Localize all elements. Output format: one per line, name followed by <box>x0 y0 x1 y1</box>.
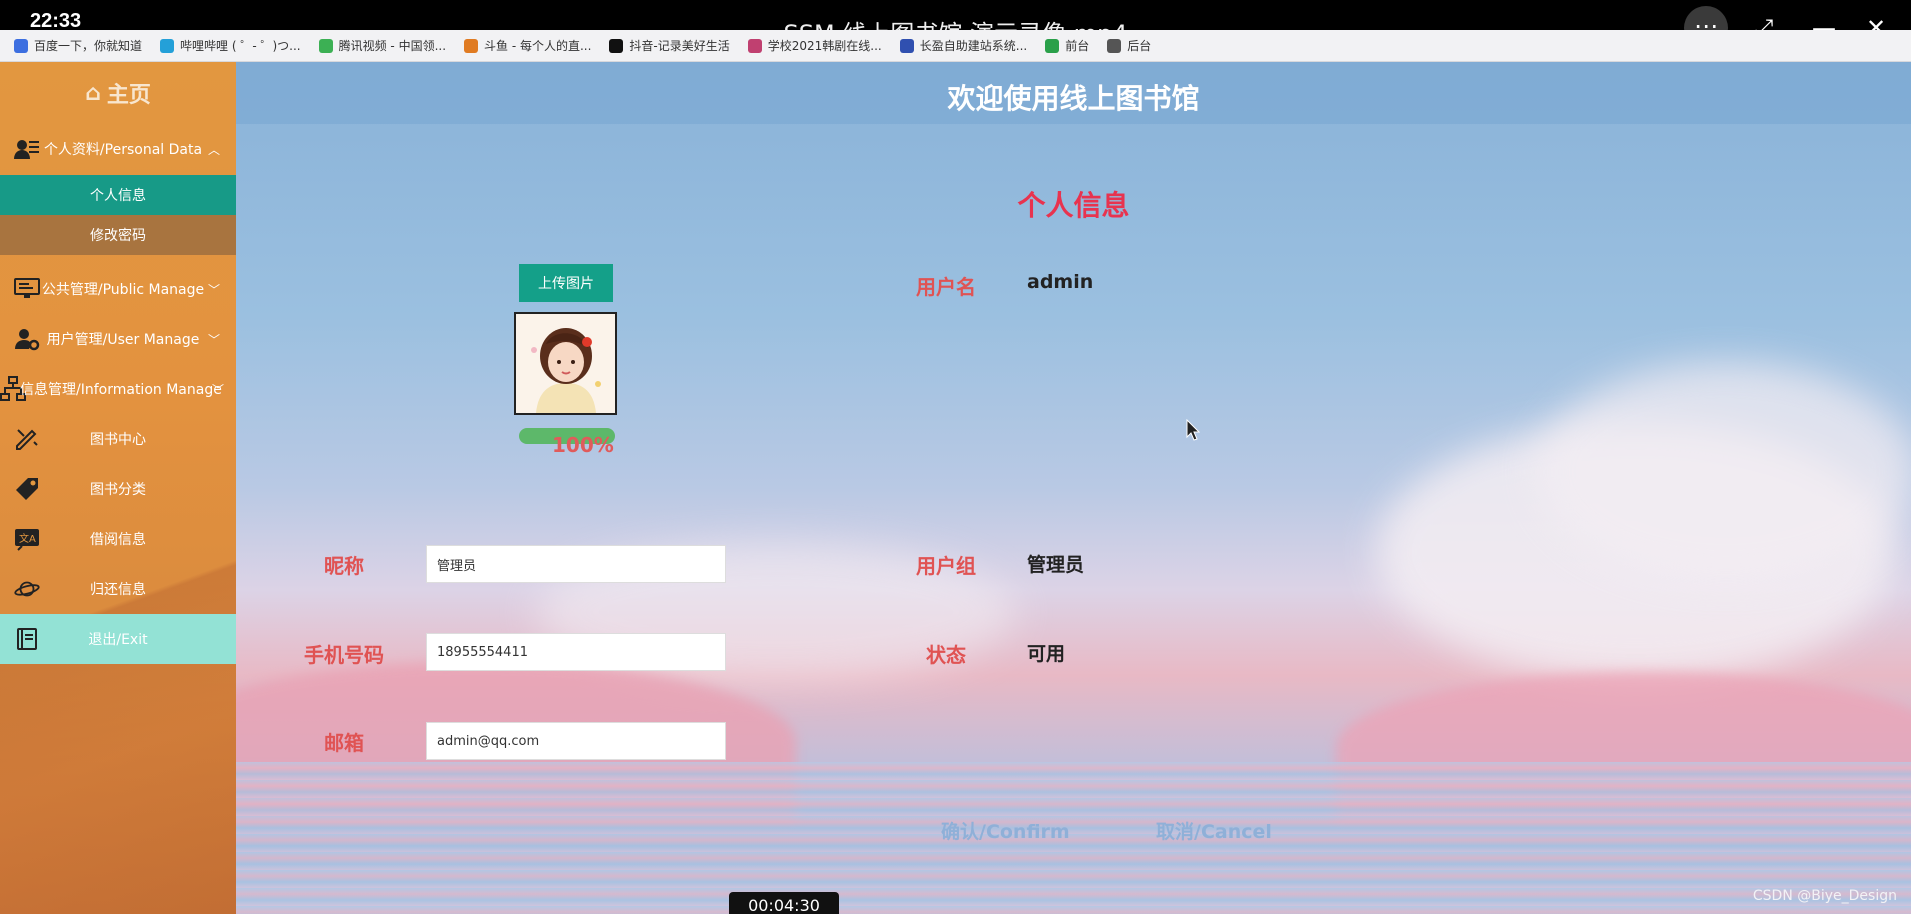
home-icon: ⌂ <box>85 80 101 106</box>
bookmark-favicon-icon <box>160 38 175 53</box>
menu-book-center[interactable]: 图书中心 <box>0 414 236 464</box>
app: ⌂ 主页 个人资料/Personal Data ︿ 个人信息 修改密码 公共管理… <box>0 62 1911 914</box>
background-cloud <box>1536 362 1911 582</box>
header-title: 欢迎使用线上图书馆 <box>947 82 1200 115</box>
submenu-personal-info-label: 个人信息 <box>90 188 146 204</box>
sidebar: ⌂ 主页 个人资料/Personal Data ︿ 个人信息 修改密码 公共管理… <box>0 62 236 914</box>
user-gear-icon <box>14 326 40 352</box>
menu-return-info-label: 归还信息 <box>90 582 146 598</box>
bookmark-item[interactable]: 百度一下，你就知道 <box>14 37 142 54</box>
bookmark-item[interactable]: 长盈自助建站系统... <box>899 37 1028 54</box>
menu-public-manage[interactable]: 公共管理/Public Manage ﹀ <box>0 264 236 314</box>
bookmark-label: 后台 <box>1127 39 1152 53</box>
bookmark-label: 腾讯视频 - 中国领... <box>338 39 447 53</box>
bookmark-favicon-icon <box>1107 38 1122 53</box>
bookmark-favicon-icon <box>1045 38 1060 53</box>
page-title: 个人信息 <box>1017 189 1130 222</box>
nickname-input[interactable] <box>426 545 726 583</box>
video-timecode: 00:04:30 <box>729 892 839 914</box>
bookmark-label: 长盈自助建站系统... <box>919 39 1028 53</box>
upload-image-button[interactable]: 上传图片 <box>519 264 613 302</box>
status-value: 可用 <box>1027 643 1066 665</box>
bookmark-favicon-icon <box>609 38 624 53</box>
usergroup-label: 用户组 <box>916 554 976 578</box>
phone-label: 手机号码 <box>304 643 384 667</box>
bookmark-item[interactable]: 哔哩哔哩 ( ゜- ゜)つ... <box>160 37 301 54</box>
main-content: 欢迎使用线上图书馆 个人信息 上传图片 100% 昵称 管理员 手机号码 189… <box>236 62 1911 914</box>
bookmark-label: 抖音-记录美好生活 <box>629 39 730 53</box>
cancel-button[interactable]: 取消/Cancel <box>1156 817 1272 844</box>
email-label: 邮箱 <box>324 731 364 755</box>
bookmark-item[interactable]: 学校2021韩剧在线... <box>747 37 882 54</box>
menu-information-manage-label: 信息管理/Information Manage <box>20 382 222 398</box>
bookmark-favicon-icon <box>747 38 762 53</box>
bookmark-favicon-icon <box>899 38 914 53</box>
watermark: CSDN @Biye_Design <box>1752 888 1897 904</box>
bookmark-item[interactable]: 前台 <box>1045 37 1089 54</box>
header-bar: 欢迎使用线上图书馆 <box>236 62 1911 124</box>
bookmark-label: 学校2021韩剧在线... <box>767 39 882 53</box>
mouse-cursor-icon <box>1186 419 1200 441</box>
bookmark-item[interactable]: 抖音-记录美好生活 <box>609 37 730 54</box>
home-link[interactable]: ⌂ 主页 <box>0 62 236 124</box>
username-label: 用户名 <box>916 275 976 299</box>
bookmark-label: 前台 <box>1065 39 1090 53</box>
chevron-up-icon: ︿ <box>207 142 220 157</box>
phone-input[interactable] <box>426 633 726 671</box>
nickname-label: 昵称 <box>324 554 364 578</box>
bookmark-favicon-icon <box>318 38 333 53</box>
user-card-icon <box>14 136 40 162</box>
menu-personal-data[interactable]: 个人资料/Personal Data ︿ <box>0 124 236 174</box>
video-player-bar: 22:33 SSM 线上图书馆 演示录像.mp4 ⋯ ⤢ — ✕ <box>0 0 1911 50</box>
menu-book-category[interactable]: 图书分类 <box>0 464 236 514</box>
bookmark-label: 哔哩哔哩 ( ゜- ゜)つ... <box>180 39 301 53</box>
menu-book-category-label: 图书分类 <box>90 482 146 498</box>
bookmark-label: 斗鱼 - 每个人的直... <box>484 39 592 53</box>
home-label: 主页 <box>106 83 151 108</box>
menu-user-manage[interactable]: 用户管理/User Manage ﹀ <box>0 314 236 364</box>
status-label: 状态 <box>926 643 966 667</box>
menu-exit-label: 退出/Exit <box>88 632 148 648</box>
submenu-change-password-label: 修改密码 <box>90 228 146 244</box>
menu-borrow-info[interactable]: 文A 借阅信息 <box>0 514 236 564</box>
bookmarks-bar: 百度一下，你就知道 哔哩哔哩 ( ゜- ゜)つ... 腾讯视频 - 中国领... 斗鱼… <box>0 30 1911 62</box>
username-value: admin <box>1027 271 1094 293</box>
avatar[interactable] <box>514 312 617 415</box>
background-water <box>236 762 1911 914</box>
email-input[interactable] <box>426 722 726 760</box>
usergroup-value: 管理员 <box>1027 554 1085 576</box>
menu-information-manage[interactable]: 信息管理/Information Manage ﹀ <box>0 364 236 414</box>
chevron-down-icon: ﹀ <box>207 282 220 297</box>
bookmark-favicon-icon <box>464 38 479 53</box>
menu-borrow-info-label: 借阅信息 <box>90 532 146 548</box>
bookmark-item[interactable]: 腾讯视频 - 中国领... <box>318 37 447 54</box>
menu-exit[interactable]: 退出/Exit <box>0 614 236 664</box>
menu-public-manage-label: 公共管理/Public Manage <box>41 282 205 298</box>
chevron-down-icon: ﹀ <box>211 382 224 397</box>
bookmark-item[interactable]: 斗鱼 - 每个人的直... <box>464 37 591 54</box>
bookmark-favicon-icon <box>14 38 28 53</box>
menu-return-info[interactable]: 归还信息 <box>0 564 236 614</box>
menu-book-center-label: 图书中心 <box>90 432 146 448</box>
upload-progress-label: 100% <box>552 433 614 457</box>
monitor-icon <box>14 276 40 302</box>
bookmark-label: 百度一下，你就知道 <box>34 39 143 53</box>
confirm-button[interactable]: 确认/Confirm <box>941 817 1070 844</box>
chevron-down-icon: ﹀ <box>207 332 220 347</box>
submenu-change-password[interactable]: 修改密码 <box>0 215 236 255</box>
menu-personal-data-label: 个人资料/Personal Data <box>43 142 203 158</box>
menu-user-manage-label: 用户管理/User Manage <box>46 332 200 348</box>
submenu-personal-info[interactable]: 个人信息 <box>0 175 236 215</box>
bookmark-item[interactable]: 后台 <box>1107 37 1151 54</box>
